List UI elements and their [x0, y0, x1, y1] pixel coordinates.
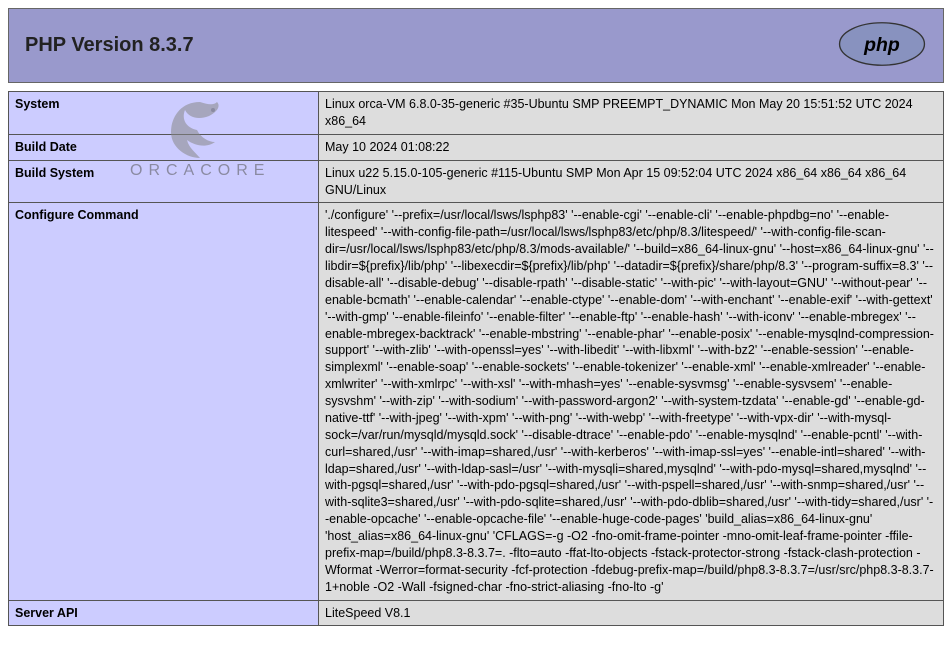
row-value-build-system: Linux u22 5.15.0-105-generic #115-Ubuntu… — [319, 160, 944, 203]
table-row: System Linux orca-VM 6.8.0-35-generic #3… — [9, 92, 944, 135]
row-value-server-api: LiteSpeed V8.1 — [319, 600, 944, 626]
phpinfo-header: PHP Version 8.3.7 php — [8, 8, 944, 83]
row-value-build-date: May 10 2024 01:08:22 — [319, 134, 944, 160]
row-label-system: System — [9, 92, 319, 135]
row-label-build-date: Build Date — [9, 134, 319, 160]
table-row: Configure Command './configure' '--prefi… — [9, 203, 944, 600]
page-title: PHP Version 8.3.7 — [25, 34, 194, 57]
row-label-server-api: Server API — [9, 600, 319, 626]
row-value-configure-command: './configure' '--prefix=/usr/local/lsws/… — [319, 203, 944, 600]
svg-text:php: php — [863, 34, 900, 56]
table-row: Build System Linux u22 5.15.0-105-generi… — [9, 160, 944, 203]
row-label-build-system: Build System — [9, 160, 319, 203]
row-value-system: Linux orca-VM 6.8.0-35-generic #35-Ubunt… — [319, 92, 944, 135]
phpinfo-table: System Linux orca-VM 6.8.0-35-generic #3… — [8, 91, 944, 626]
row-label-configure-command: Configure Command — [9, 203, 319, 600]
php-logo: php — [837, 21, 927, 70]
table-row: Build Date May 10 2024 01:08:22 — [9, 134, 944, 160]
table-row: Server API LiteSpeed V8.1 — [9, 600, 944, 626]
